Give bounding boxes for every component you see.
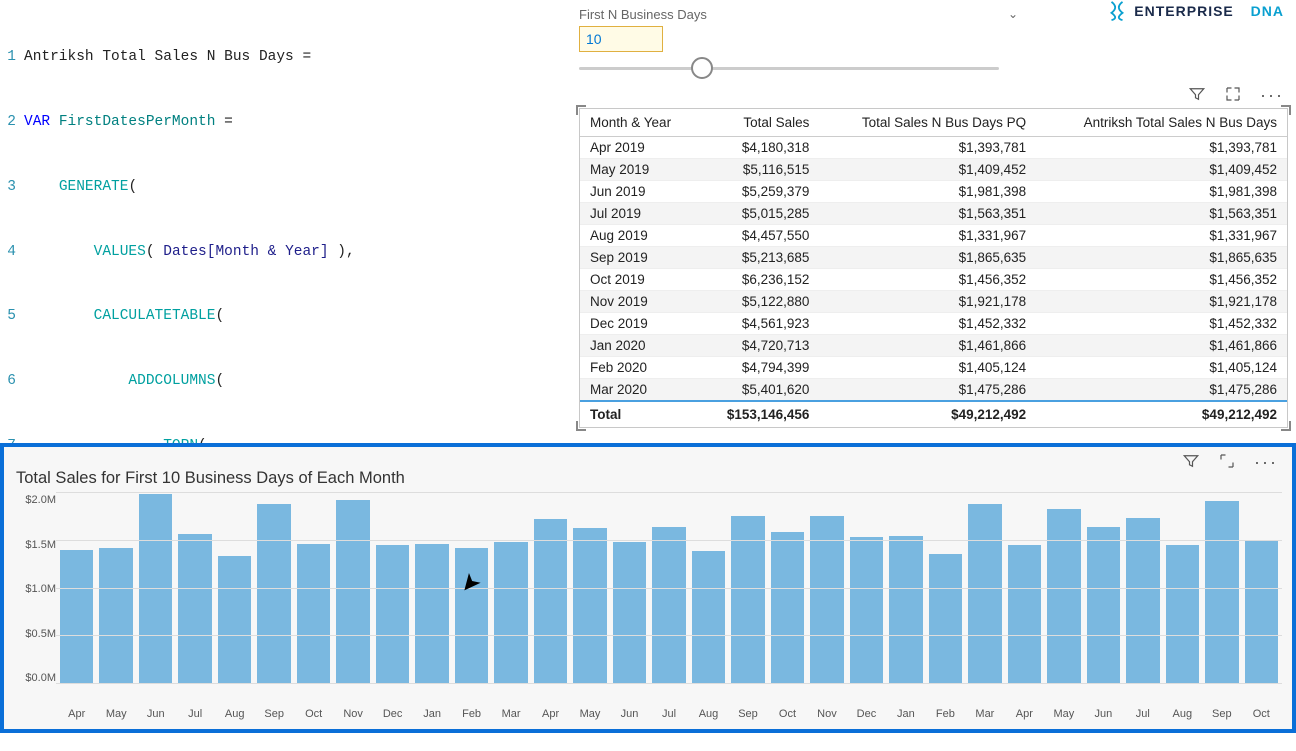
- chart-bar[interactable]: [1126, 518, 1159, 683]
- table-header[interactable]: Month & Year: [580, 109, 699, 137]
- focus-mode-icon[interactable]: [1218, 452, 1236, 473]
- chart-bar[interactable]: [731, 516, 764, 683]
- more-options-icon[interactable]: ···: [1260, 85, 1284, 106]
- dax-editor[interactable]: 1Antriksh Total Sales N Bus Days = 2VAR …: [0, 0, 575, 443]
- table-row[interactable]: Feb 2020$4,794,399$1,405,124$1,405,124: [580, 357, 1287, 379]
- chart-y-axis: $2.0M$1.5M$1.0M$0.5M$0.0M: [14, 492, 56, 684]
- table-total-cell: $49,212,492: [819, 401, 1036, 427]
- table-row[interactable]: Dec 2019$4,561,923$1,452,332$1,452,332: [580, 313, 1287, 335]
- chart-bar[interactable]: [889, 536, 922, 683]
- results-table[interactable]: Month & YearTotal SalesTotal Sales N Bus…: [579, 108, 1288, 428]
- chart-bar[interactable]: [99, 548, 132, 683]
- chart-bar[interactable]: [455, 548, 488, 683]
- enterprise-dna-logo: ENTERPRISE DNA: [1106, 0, 1284, 22]
- chart-bar[interactable]: [178, 534, 211, 683]
- chart-bar[interactable]: [376, 545, 409, 683]
- table-row[interactable]: Apr 2019$4,180,318$1,393,781$1,393,781: [580, 137, 1287, 159]
- chart-bar[interactable]: [1008, 545, 1041, 683]
- chart-bar[interactable]: [810, 516, 843, 683]
- table-total-cell: $153,146,456: [699, 401, 820, 427]
- chevron-down-icon[interactable]: ⌄: [1008, 7, 1018, 21]
- slicer-value-input[interactable]: [579, 26, 663, 52]
- chart-bar[interactable]: [218, 556, 251, 683]
- chart-bar[interactable]: [1205, 501, 1238, 683]
- slicer-label: First N Business Days: [579, 7, 707, 22]
- table-row[interactable]: Sep 2019$5,213,685$1,865,635$1,865,635: [580, 247, 1287, 269]
- chart-bar[interactable]: [336, 500, 369, 683]
- table-row[interactable]: Jul 2019$5,015,285$1,563,351$1,563,351: [580, 203, 1287, 225]
- table-row[interactable]: Jun 2019$5,259,379$1,981,398$1,981,398: [580, 181, 1287, 203]
- chart-bar[interactable]: [297, 544, 330, 683]
- chart-bar[interactable]: [60, 550, 93, 683]
- chart-bar[interactable]: [1087, 527, 1120, 683]
- table-row[interactable]: Oct 2019$6,236,152$1,456,352$1,456,352: [580, 269, 1287, 291]
- chart-bar[interactable]: [534, 519, 567, 683]
- filter-icon[interactable]: [1188, 85, 1206, 106]
- more-options-icon[interactable]: ···: [1254, 452, 1278, 473]
- table-row[interactable]: Aug 2019$4,457,550$1,331,967$1,331,967: [580, 225, 1287, 247]
- table-header[interactable]: Total Sales: [699, 109, 820, 137]
- table-visual-header: ···: [579, 82, 1288, 108]
- table-total-cell: $49,212,492: [1036, 401, 1287, 427]
- chart-bar[interactable]: [968, 504, 1001, 683]
- chart-bar[interactable]: [257, 504, 290, 683]
- chart-visual-header: ···: [1182, 449, 1282, 475]
- chart-bar[interactable]: [573, 528, 606, 683]
- table-total-cell: Total: [580, 401, 699, 427]
- chart-bar[interactable]: [1166, 545, 1199, 683]
- chart-bar[interactable]: [771, 532, 804, 683]
- focus-mode-icon[interactable]: [1224, 85, 1242, 106]
- chart-bar[interactable]: [415, 544, 448, 683]
- table-header[interactable]: Antriksh Total Sales N Bus Days: [1036, 109, 1287, 137]
- table-row[interactable]: Jan 2020$4,720,713$1,461,866$1,461,866: [580, 335, 1287, 357]
- chart-bar[interactable]: [494, 542, 527, 683]
- chart-plot-area: [56, 492, 1282, 684]
- slicer-slider[interactable]: [579, 56, 999, 82]
- chart-bar[interactable]: [613, 542, 646, 683]
- chart-bar[interactable]: [692, 551, 725, 683]
- slider-thumb[interactable]: [691, 57, 713, 79]
- filter-icon[interactable]: [1182, 452, 1200, 473]
- table-header[interactable]: Total Sales N Bus Days PQ: [819, 109, 1036, 137]
- bar-chart-visual[interactable]: ··· Total Sales for First 10 Business Da…: [0, 443, 1296, 733]
- chart-x-axis: AprMayJunJulAugSepOctNovDecJanFebMarAprM…: [14, 708, 1282, 720]
- chart-bar[interactable]: [1047, 509, 1080, 683]
- chart-bar[interactable]: [850, 537, 883, 683]
- chart-bar[interactable]: [1245, 540, 1278, 683]
- chart-title: Total Sales for First 10 Business Days o…: [16, 469, 1282, 488]
- table-row[interactable]: Mar 2020$5,401,620$1,475,286$1,475,286: [580, 379, 1287, 402]
- chart-bar[interactable]: [652, 527, 685, 683]
- chart-bar[interactable]: [929, 554, 962, 683]
- table-row[interactable]: May 2019$5,116,515$1,409,452$1,409,452: [580, 159, 1287, 181]
- table-row[interactable]: Nov 2019$5,122,880$1,921,178$1,921,178: [580, 291, 1287, 313]
